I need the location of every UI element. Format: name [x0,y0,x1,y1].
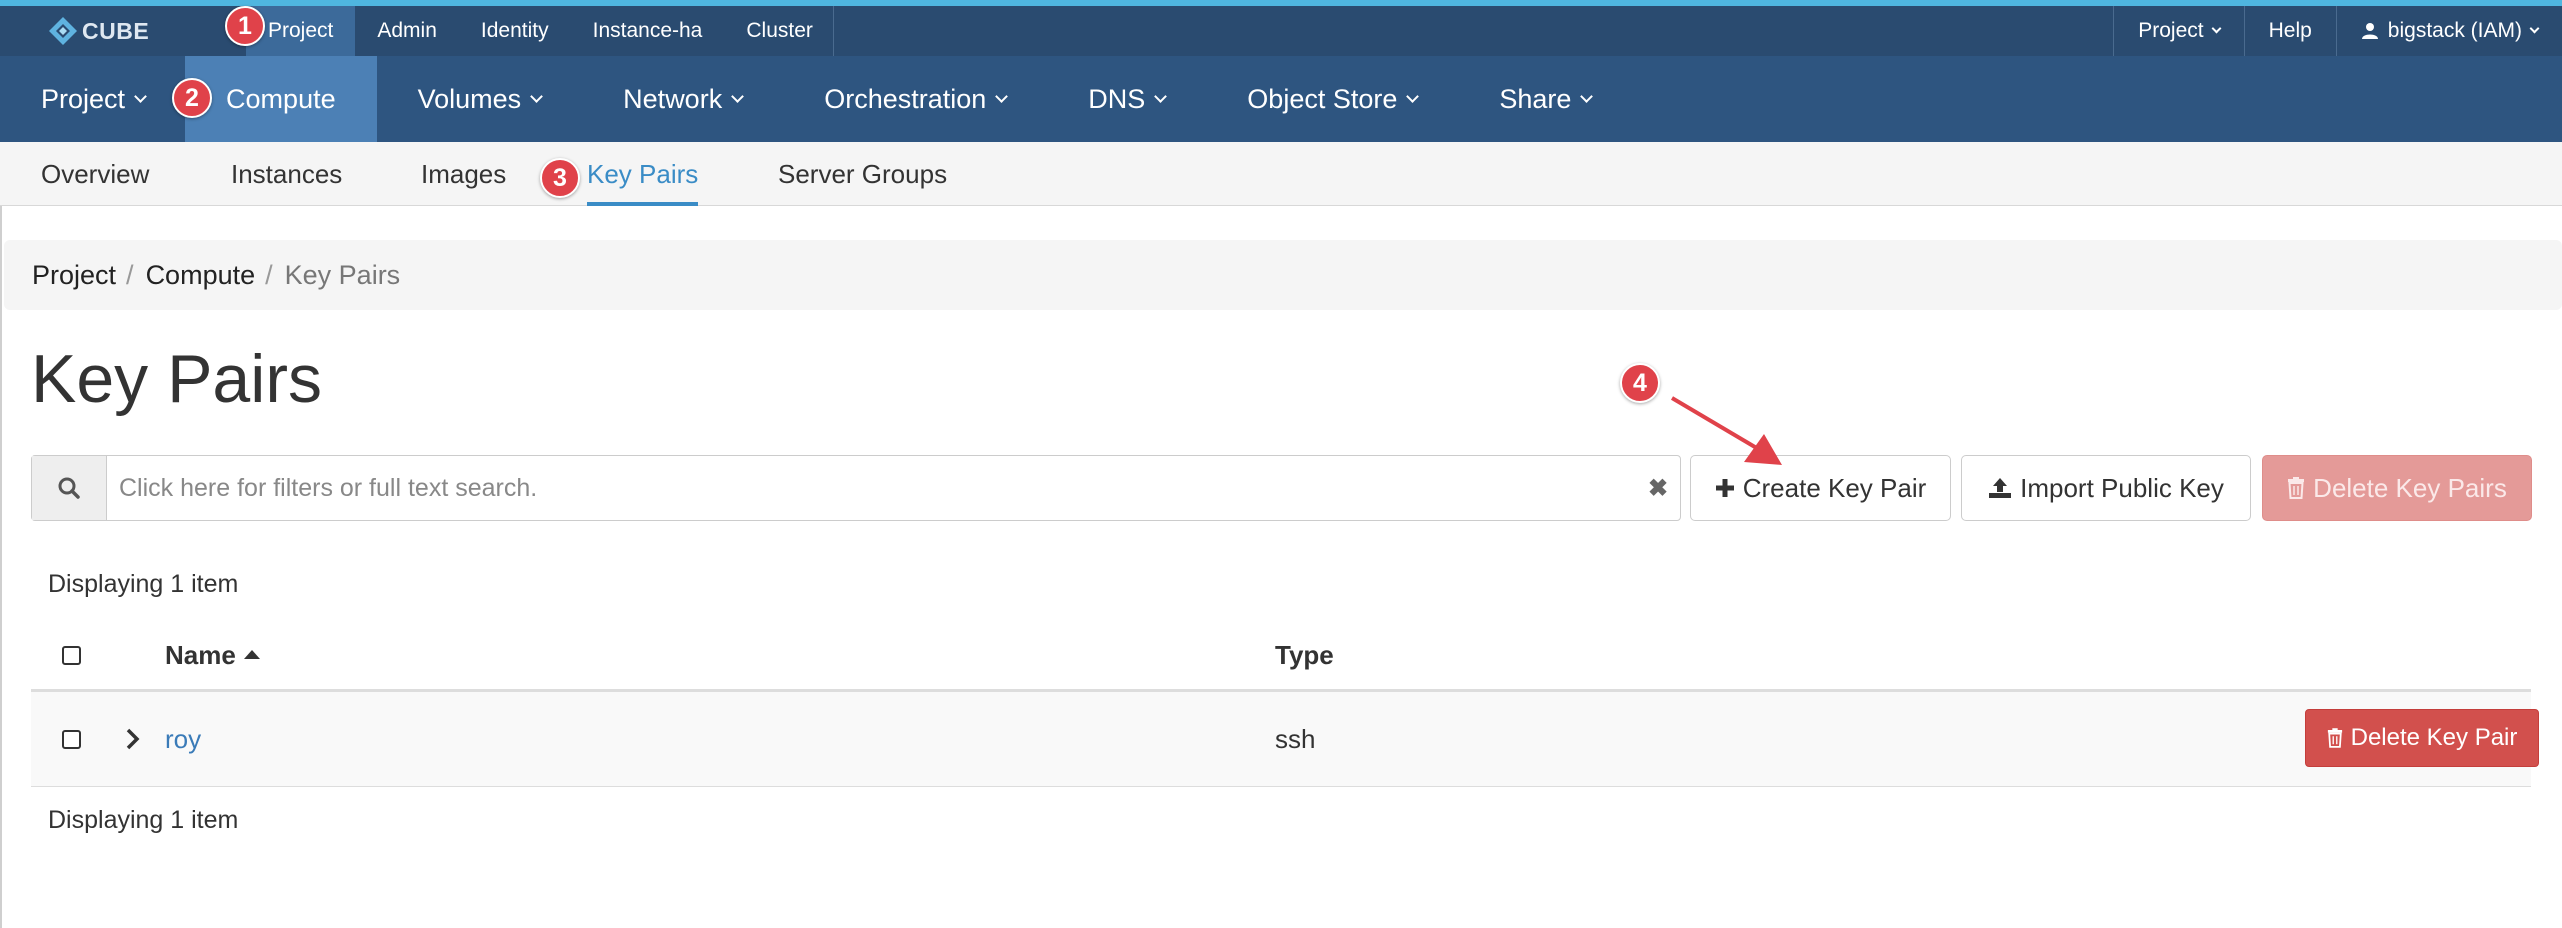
panel-share[interactable]: Share [1458,56,1632,142]
column-header-name[interactable]: Name [165,640,260,671]
top-right-menu: Project Help bigstack (IAM) [2113,6,2562,56]
panel-orchestration-label: Orchestration [824,83,987,114]
panel-object-store[interactable]: Object Store [1206,56,1458,142]
delete-key-pair-button[interactable]: Delete Key Pair [2305,709,2539,767]
plus-icon [1715,478,1735,498]
annotation-arrow [1670,396,1782,465]
annotation-marker-2: 2 [172,78,212,118]
chevron-down-icon [134,89,147,103]
panel-object-store-label: Object Store [1247,83,1398,114]
breadcrumb-project[interactable]: Project [32,260,116,291]
panel-dns-label: DNS [1088,83,1146,114]
search-icon-addon[interactable] [32,456,107,520]
item-count-top: Displaying 1 item [48,570,239,598]
compute-subnav: Overview Instances Images Key Pairs Serv… [0,142,2562,206]
column-name-label: Name [165,640,236,670]
search-icon [58,477,80,499]
chevron-down-icon [1580,89,1594,103]
tab-server-groups[interactable]: Server Groups [778,142,947,206]
breadcrumb-key-pairs: Key Pairs [284,259,401,290]
panel-orchestration[interactable]: Orchestration [783,56,1047,142]
chevron-down-icon [1154,89,1168,103]
search-input[interactable] [107,456,1636,520]
brand-logo[interactable]: CUBE [48,16,149,46]
trash-icon [2327,728,2343,748]
panel-dns[interactable]: DNS [1047,56,1206,142]
column-header-type[interactable]: Type [1275,640,1334,671]
chevron-down-icon [530,89,544,103]
row-checkbox[interactable] [62,730,81,749]
panel-network[interactable]: Network [582,56,783,142]
project-dropdown-label: Project [2138,19,2204,42]
tab-key-pairs[interactable]: Key Pairs [587,142,698,206]
delete-key-pair-label: Delete Key Pair [2350,724,2518,751]
panel-volumes-label: Volumes [417,83,522,114]
annotation-marker-3: 3 [540,158,580,198]
panel-network-label: Network [623,83,723,114]
expand-row-chevron-icon[interactable] [125,727,141,751]
topnav-item-admin[interactable]: Admin [355,6,459,56]
import-public-key-button[interactable]: Import Public Key [1961,455,2251,521]
table-header: Name Type [31,620,2531,692]
chevron-down-icon [995,89,1009,103]
panel-project-label: Project [41,83,126,114]
chevron-down-icon [2211,23,2222,34]
user-icon [2361,23,2378,39]
user-menu-label: bigstack (IAM) [2387,19,2522,42]
trash-icon [2287,477,2305,499]
search-bar: ✖ [31,455,1681,521]
chevron-down-icon [2529,23,2540,34]
upload-icon [1988,477,2012,499]
top-nav: Project Admin Identity Instance-ha Clust… [246,6,835,56]
annotation-marker-1: 1 [225,6,265,46]
panel-share-label: Share [1499,83,1572,114]
delete-key-pairs-button[interactable]: Delete Key Pairs [2262,455,2532,521]
topnav-divider [833,6,834,56]
sort-ascending-icon [243,650,260,659]
user-menu[interactable]: bigstack (IAM) [2335,6,2562,56]
delete-key-pairs-label: Delete Key Pairs [2313,472,2507,503]
breadcrumb-separator: / [126,259,134,290]
brand-name: CUBE [82,17,150,44]
topnav-item-identity[interactable]: Identity [459,6,571,56]
project-dropdown[interactable]: Project [2113,6,2243,56]
chevron-down-icon [1406,89,1420,103]
breadcrumb: Project / Compute / Key Pairs [4,240,2562,310]
top-navbar: CUBE Project Admin Identity Instance-ha … [0,6,2562,56]
panel-project-dropdown[interactable]: Project [0,56,185,142]
tab-overview[interactable]: Overview [41,142,149,206]
select-all-checkbox[interactable] [62,646,81,665]
tab-instances[interactable]: Instances [231,142,342,206]
tab-images[interactable]: Images [421,142,506,206]
panel-volumes[interactable]: Volumes [377,56,583,142]
import-public-key-label: Import Public Key [2020,472,2224,503]
key-pair-type: ssh [1275,724,1316,754]
annotation-marker-4: 4 [1620,363,1660,403]
key-pair-name-link[interactable]: roy [165,724,201,755]
chevron-down-icon [731,89,745,103]
item-count-bottom: Displaying 1 item [48,806,239,834]
panel-nav: Project Compute Volumes Network Orchestr… [0,56,2562,142]
topnav-item-instance-ha[interactable]: Instance-ha [571,6,725,56]
active-tab-underline [587,202,698,206]
breadcrumb-compute[interactable]: Compute [146,260,256,291]
topnav-item-cluster[interactable]: Cluster [724,6,835,56]
help-link[interactable]: Help [2243,6,2336,56]
left-border [0,206,2,928]
panel-compute[interactable]: Compute [185,56,377,142]
page-title: Key Pairs [31,341,322,417]
cube-logo-icon [48,16,78,46]
table-row: roy ssh Delete Key Pair [31,692,2539,787]
breadcrumb-separator: / [265,259,273,290]
